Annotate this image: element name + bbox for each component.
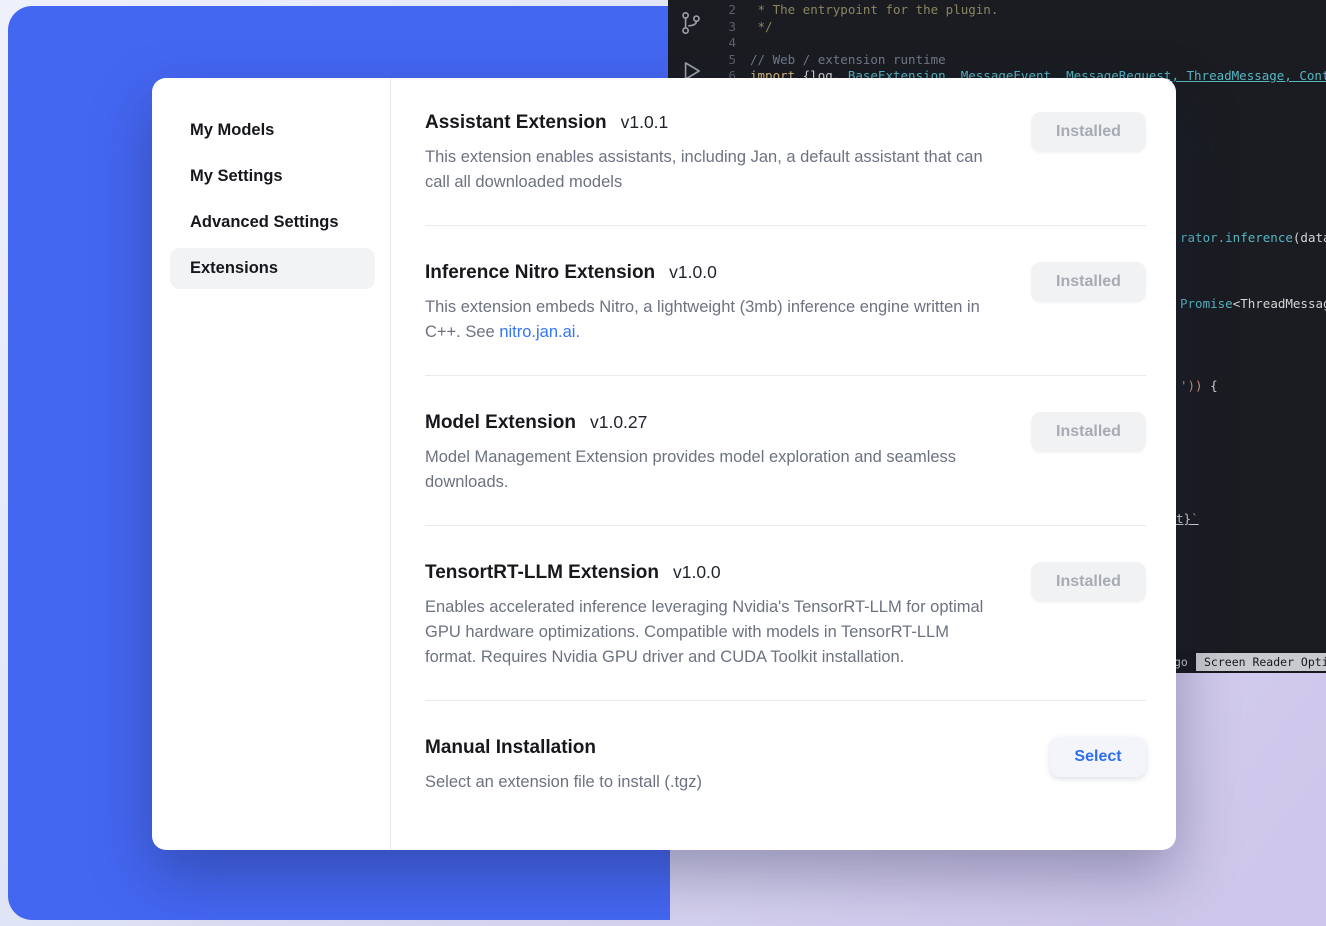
extension-row-tensorrt: TensortRT-LLM Extension v1.0.0 Enables a… — [425, 525, 1146, 700]
manual-installation-title: Manual Installation — [425, 737, 596, 759]
manual-installation-description: Select an extension file to install (.tg… — [425, 770, 702, 795]
extension-row-nitro: Inference Nitro Extension v1.0.0 This ex… — [425, 225, 1146, 375]
source-control-branch-icon[interactable] — [678, 10, 704, 36]
manual-installation-row: Manual Installation Select an extension … — [425, 700, 1146, 825]
installed-button[interactable]: Installed — [1031, 412, 1146, 452]
extension-title: TensortRT-LLM Extension — [425, 562, 659, 584]
code-fragment: rator.inference(data)); — [1180, 230, 1326, 247]
code-fragment: Promise<ThreadMessage> — [1180, 296, 1326, 313]
nitro-jan-ai-link[interactable]: nitro.jan.ai. — [499, 323, 580, 341]
extension-version: v1.0.27 — [590, 412, 647, 433]
line-number: 4 — [714, 35, 736, 52]
code-line: 3 */ — [714, 19, 1326, 36]
screen-reader-optimized-badge[interactable]: Screen Reader Optimized — [1196, 653, 1326, 671]
status-bar-text: go — [1174, 655, 1188, 669]
extension-description: Model Management Extension provides mode… — [425, 445, 985, 495]
code-fragment: t}` — [1176, 511, 1199, 528]
settings-modal: My Models My Settings Advanced Settings … — [152, 78, 1176, 850]
extension-version: v1.0.1 — [621, 112, 669, 133]
code-line: 5// Web / extension runtime — [714, 52, 1326, 69]
select-file-button[interactable]: Select — [1050, 737, 1146, 777]
installed-button[interactable]: Installed — [1031, 112, 1146, 152]
code-line: 4 — [714, 35, 1326, 52]
installed-button[interactable]: Installed — [1031, 262, 1146, 302]
code-line: 2 * The entrypoint for the plugin. — [714, 2, 1326, 19]
sidebar-item-my-models[interactable]: My Models — [170, 110, 375, 151]
code-fragment: ')) { — [1180, 378, 1218, 395]
extension-title: Inference Nitro Extension — [425, 262, 655, 284]
extension-title: Model Extension — [425, 412, 576, 434]
extension-description: This extension enables assistants, inclu… — [425, 145, 985, 195]
extension-row-model: Model Extension v1.0.27 Model Management… — [425, 375, 1146, 525]
line-number: 3 — [714, 19, 736, 36]
extension-description: Enables accelerated inference leveraging… — [425, 595, 985, 670]
editor-code-area[interactable]: 2 * The entrypoint for the plugin. 3 */ … — [714, 2, 1326, 85]
extension-version: v1.0.0 — [673, 562, 721, 583]
extensions-panel: Assistant Extension v1.0.1 This extensio… — [391, 78, 1176, 850]
sidebar-item-extensions[interactable]: Extensions — [170, 248, 375, 289]
sidebar-item-my-settings[interactable]: My Settings — [170, 156, 375, 197]
extension-row-assistant: Assistant Extension v1.0.1 This extensio… — [425, 112, 1146, 225]
installed-button[interactable]: Installed — [1031, 562, 1146, 602]
extension-title: Assistant Extension — [425, 112, 607, 134]
line-number: 2 — [714, 2, 736, 19]
extension-description: This extension embeds Nitro, a lightweig… — [425, 295, 985, 345]
line-number: 5 — [714, 52, 736, 69]
sidebar-item-advanced-settings[interactable]: Advanced Settings — [170, 202, 375, 243]
extension-version: v1.0.0 — [669, 262, 717, 283]
settings-sidebar: My Models My Settings Advanced Settings … — [152, 78, 391, 850]
